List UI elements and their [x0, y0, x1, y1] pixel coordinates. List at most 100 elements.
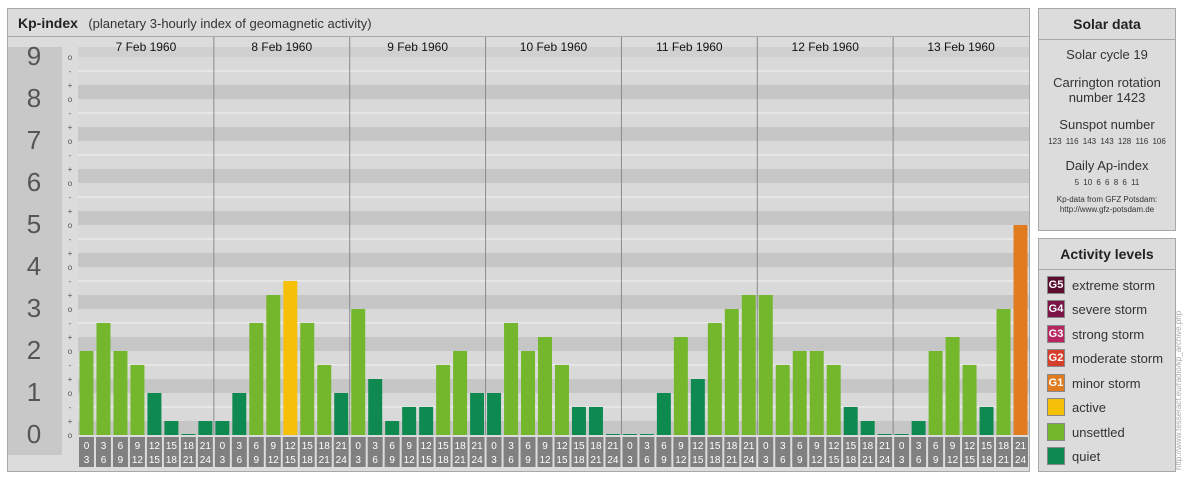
activity-levels-header: Activity levels	[1039, 239, 1175, 270]
kp-bar	[113, 351, 128, 435]
x-interval-end: 24	[607, 455, 619, 466]
kp-bar	[656, 393, 671, 435]
x-interval-end: 12	[675, 455, 687, 466]
x-interval-end: 18	[166, 455, 178, 466]
y-minor-tick-label: o	[68, 263, 73, 272]
y-tick-label: 5	[27, 209, 41, 239]
kp-bar	[470, 393, 485, 435]
kp-bar	[181, 434, 196, 435]
solar-cycle: Solar cycle 19	[1066, 47, 1148, 62]
y-minor-tick-label: o	[68, 431, 73, 440]
kp-bar	[538, 337, 552, 435]
y-minor-tick-label: +	[68, 291, 73, 300]
x-interval-start: 0	[627, 441, 633, 452]
day-label: 10 Feb 1960	[520, 40, 588, 54]
kp-bar	[945, 337, 960, 435]
legend-swatch-g5: G5	[1047, 276, 1065, 294]
credit-line1: Kp-data from GFZ Potsdam:	[1056, 195, 1158, 204]
grid-band-dark	[78, 127, 1029, 141]
grid-band-dark	[78, 295, 1029, 309]
y-minor-tick-label: o	[68, 347, 73, 356]
x-interval-start: 0	[491, 441, 497, 452]
ap-label: Daily Ap-index	[1065, 158, 1149, 173]
kp-bar	[605, 434, 620, 435]
legend-item-g1: G1 minor storm	[1047, 373, 1141, 393]
x-interval-start: 12	[556, 441, 568, 452]
y-tick-label: 2	[27, 335, 41, 365]
kp-bar	[317, 364, 332, 435]
kp-bar	[198, 421, 213, 435]
x-interval-start: 21	[472, 441, 484, 452]
x-interval-end: 15	[285, 455, 297, 466]
x-interval-end: 21	[590, 455, 602, 466]
x-interval-start: 3	[101, 441, 107, 452]
kp-bar	[690, 379, 705, 435]
x-interval-end: 9	[661, 455, 667, 466]
kp-bar	[266, 295, 281, 435]
x-interval-start: 0	[899, 441, 905, 452]
x-interval-end: 9	[254, 455, 260, 466]
x-interval-end: 3	[220, 455, 226, 466]
x-interval-end: 9	[525, 455, 531, 466]
kp-bar	[453, 351, 468, 435]
legend-swatch-g1: G1	[1047, 374, 1065, 392]
day-label: 9 Feb 1960	[387, 40, 448, 54]
kp-bar	[130, 364, 145, 435]
legend-swatch-g3: G3	[1047, 325, 1065, 343]
y-minor-tick-label: o	[68, 221, 73, 230]
y-minor-tick-label: -	[69, 403, 72, 412]
kp-bar	[571, 406, 586, 435]
x-interval-end: 21	[726, 455, 738, 466]
x-interval-start: 12	[964, 441, 976, 452]
y-minor-tick-label: o	[68, 305, 73, 314]
x-interval-start: 9	[135, 441, 141, 452]
x-interval-start: 9	[406, 441, 412, 452]
sunspot-values: 123 116 143 143 128 116 106	[1048, 137, 1166, 146]
y-tick-label: 4	[27, 251, 41, 281]
y-minor-tick-label: -	[69, 151, 72, 160]
x-interval-start: 21	[607, 441, 619, 452]
x-interval-start: 18	[319, 441, 331, 452]
kp-bar	[843, 406, 858, 435]
x-interval-start: 18	[862, 441, 874, 452]
x-interval-start: 21	[336, 441, 348, 452]
x-interval-start: 12	[692, 441, 704, 452]
x-interval-end: 3	[355, 455, 361, 466]
kp-bar	[232, 393, 247, 435]
kp-bar	[724, 309, 739, 435]
x-interval-start: 9	[542, 441, 548, 452]
x-interval-end: 21	[998, 455, 1010, 466]
y-minor-tick-label: -	[69, 67, 72, 76]
day-label: 11 Feb 1960	[656, 40, 723, 54]
x-interval-end: 18	[709, 455, 721, 466]
kp-bar	[979, 406, 994, 435]
kp-bar	[402, 406, 417, 435]
source-watermark: http://www.tesseract.eu/radio/kp_archive…	[1174, 310, 1183, 470]
x-interval-end: 21	[319, 455, 331, 466]
solar-data-panel: Solar data Solar cycle 19 Carrington rot…	[1038, 8, 1176, 231]
solar-data-header: Solar data	[1039, 9, 1175, 40]
kp-bar	[962, 364, 977, 435]
x-interval-end: 3	[763, 455, 769, 466]
credit-link[interactable]: http://www.gfz-potsdam.de	[1039, 205, 1175, 215]
kp-bar	[419, 406, 434, 435]
x-interval-start: 15	[438, 441, 450, 452]
kp-bar	[300, 322, 315, 435]
x-interval-start: 6	[933, 441, 939, 452]
x-interval-start: 18	[590, 441, 602, 452]
x-interval-start: 15	[302, 441, 314, 452]
kp-bar	[283, 280, 298, 435]
kp-bar	[588, 406, 603, 435]
x-interval-end: 15	[692, 455, 704, 466]
x-interval-start: 3	[237, 441, 243, 452]
x-interval-start: 6	[525, 441, 531, 452]
x-interval-end: 18	[981, 455, 993, 466]
y-minor-tick-label: o	[68, 389, 73, 398]
kp-bar	[487, 393, 502, 435]
kp-bar	[673, 337, 688, 435]
x-interval-start: 3	[372, 441, 378, 452]
legend-label-g2: moderate storm	[1072, 350, 1164, 366]
x-interval-start: 9	[814, 441, 820, 452]
kp-bar	[758, 295, 773, 435]
legend-label-g3: strong storm	[1072, 326, 1145, 342]
